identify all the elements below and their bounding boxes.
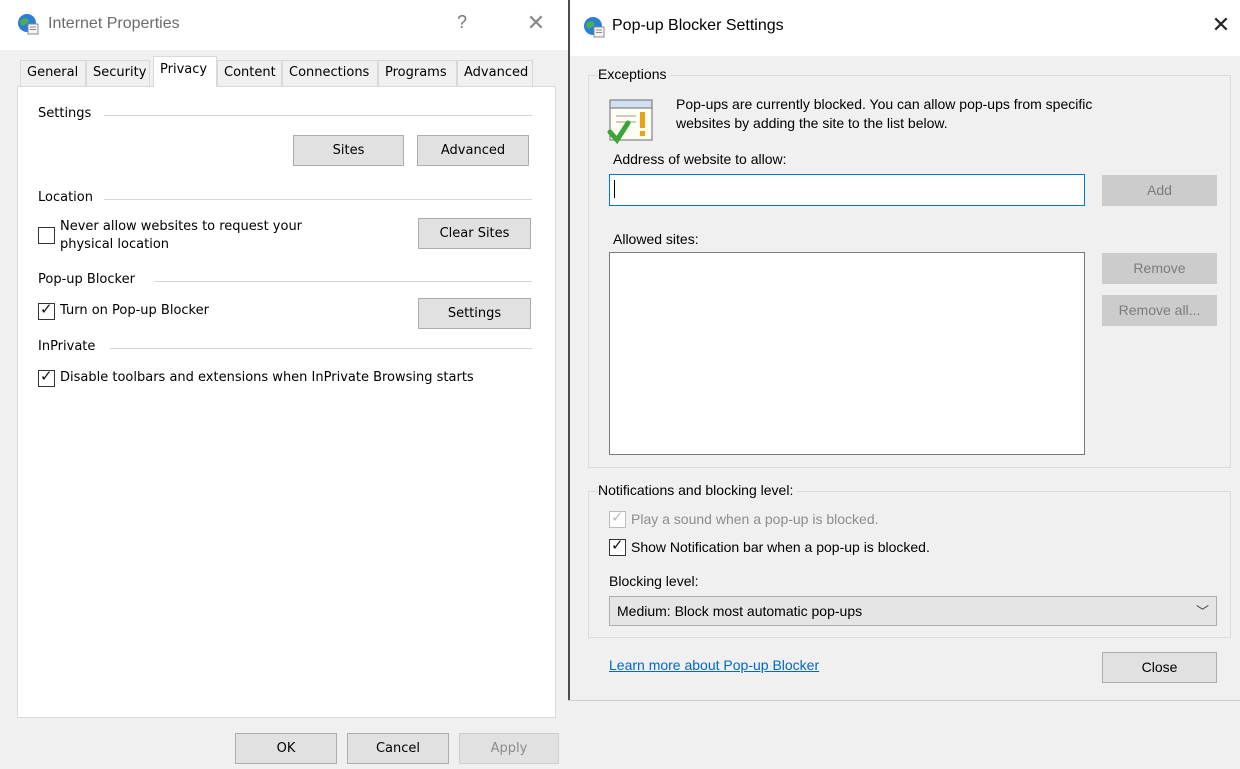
internet-properties-close-button[interactable]: ✕ [521,10,551,40]
close-button[interactable]: Close [1102,652,1217,683]
popup-warning-icon [607,99,653,145]
popup-blocker-group-header: Pop-up Blocker [38,272,143,287]
popup-settings-globe-icon [584,17,605,38]
add-button[interactable]: Add [1102,175,1217,206]
exceptions-legend: Exceptions [598,66,671,82]
never-allow-location-checkbox[interactable]: ✓ [38,227,55,244]
tab-content[interactable]: Content [217,60,282,86]
turn-on-popup-blocker-label: Turn on Pop-up Blocker [60,303,209,318]
privacy-tab-panel: Settings Sites Advanced Location ✓ Never… [17,86,556,718]
website-address-input[interactable] [609,174,1085,206]
internet-properties-globe-icon [18,14,39,35]
remove-all-button[interactable]: Remove all... [1102,295,1217,326]
popup-settings-button[interactable]: Settings [418,298,531,329]
inprivate-divider [110,348,532,349]
window-bottom-edge [568,700,1240,701]
tab-general[interactable]: General [20,60,86,86]
popup-blocker-settings-title: Pop-up Blocker Settings [612,17,784,34]
chevron-down-icon: ﹀ [1196,604,1210,619]
settings-group-header: Settings [38,106,100,121]
popup-blocker-divider [154,281,532,282]
disable-toolbars-inprivate-checkbox[interactable]: ✓ [38,368,55,387]
turn-on-popup-blocker-checkbox[interactable]: ✓ [38,301,55,320]
remove-button[interactable]: Remove [1102,253,1217,284]
text-caret [614,180,615,198]
blocking-level-value: Medium: Block most automatic pop-ups [617,603,863,619]
tab-security[interactable]: Security [86,60,150,86]
exceptions-info-line2: websites by adding the site to the list … [676,115,948,131]
play-sound-checkbox[interactable]: ✓ [609,509,626,528]
show-notification-bar-checkbox[interactable]: ✓ [609,537,626,556]
checkmark-icon: ✓ [40,301,53,318]
learn-more-link[interactable]: Learn more about Pop-up Blocker [609,657,819,673]
tab-programs[interactable]: Programs [378,60,457,86]
apply-button[interactable]: Apply [459,733,559,764]
help-button[interactable]: ? [457,12,467,33]
cancel-button[interactable]: Cancel [347,733,449,764]
address-label: Address of website to allow: [613,151,787,167]
tab-advanced[interactable]: Advanced [457,60,533,86]
disable-toolbars-inprivate-label: Disable toolbars and extensions when InP… [60,370,474,385]
clear-sites-button[interactable]: Clear Sites [418,218,531,249]
checkmark-icon: ✓ [40,368,53,385]
ok-button[interactable]: OK [235,733,337,764]
allowed-sites-label: Allowed sites: [613,231,699,247]
never-allow-location-label-line1: Never allow websites to request your [60,219,303,234]
location-divider [104,199,532,200]
internet-properties-title: Internet Properties [48,15,180,32]
advanced-button[interactable]: Advanced [417,135,529,166]
sites-button[interactable]: Sites [293,135,404,166]
location-group-header: Location [38,190,101,205]
never-allow-location-label-line2: physical location [60,237,170,252]
tab-privacy[interactable]: Privacy [153,56,217,87]
play-sound-label: Play a sound when a pop-up is blocked. [631,511,879,527]
show-notification-bar-label: Show Notification bar when a pop-up is b… [631,539,930,555]
notifications-legend: Notifications and blocking level: [598,482,798,498]
settings-divider [104,115,532,116]
inprivate-group-header: InPrivate [38,339,104,354]
exceptions-info-line1: Pop-ups are currently blocked. You can a… [676,96,1093,112]
allowed-sites-list[interactable] [609,252,1085,455]
tab-connections[interactable]: Connections [282,60,378,86]
checkmark-icon: ✓ [611,537,624,554]
checkmark-icon: ✓ [611,509,624,526]
popup-settings-close-icon[interactable]: ✕ [1206,12,1236,38]
blocking-level-label: Blocking level: [609,573,699,589]
